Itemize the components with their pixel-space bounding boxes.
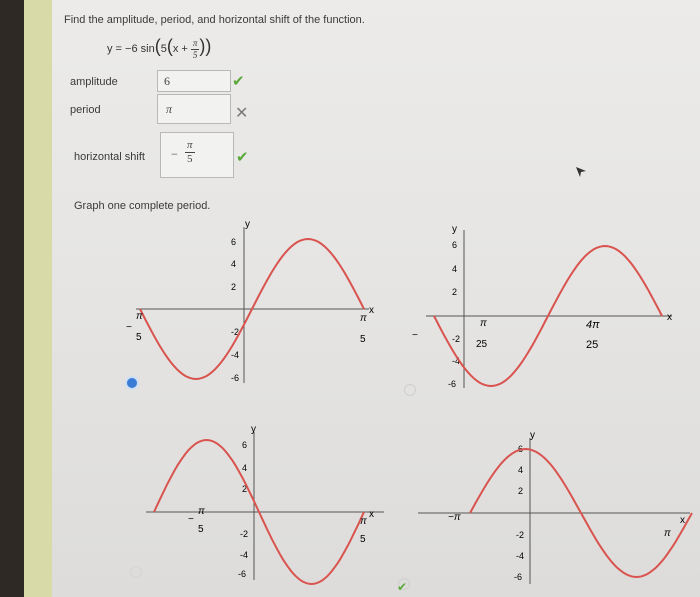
y-tick-neg2: -2 [452,334,460,344]
y-tick-neg4: -4 [240,550,248,560]
horizontal-shift-input[interactable]: − π 5 [160,132,234,178]
graph-option-2[interactable]: y x 6 4 2 -2 -4 -6 − π 25 4π 25 9π 25 [412,220,682,395]
left-label-sign: − [126,322,132,333]
left-label-den: 5 [136,332,142,343]
left-label-den: 5 [198,524,204,535]
mid-label-num: 4π [586,319,600,331]
left-label-sign: − [188,514,194,525]
equation-prefix: y = −6 sin [107,43,155,55]
left-label-num: π [480,318,487,329]
left-label: −π [448,512,461,523]
left-label-den: 25 [476,339,488,350]
period-cross-icon: ✕ [235,105,249,122]
x-axis-label: x [369,305,374,316]
graph-option-1[interactable]: y x 6 4 2 -2 -4 -6 − π 5 π 5 [124,215,394,390]
mouse-cursor-icon [576,167,586,177]
y-tick-neg4: -4 [516,551,524,561]
horizontal-shift-check-icon: ✔ [236,149,249,166]
left-label-num: π [198,506,205,517]
y-tick-6: 6 [231,237,236,247]
period-input[interactable]: π [157,94,231,124]
graph-option-3[interactable]: y x 6 4 2 -2 -4 -6 − π 5 π 5 [134,420,394,585]
y-tick-4: 4 [452,264,457,274]
y-axis-label: y [251,424,256,435]
equation-variable: x + [172,43,188,55]
horizontal-shift-label: horizontal shift [74,151,145,163]
y-axis-label: y [452,224,457,235]
left-label-num: π [136,311,143,322]
monitor-bezel [0,0,26,597]
y-axis-label: y [530,430,535,441]
x-axis-label: x [680,515,685,526]
period-label: period [70,104,101,116]
graph-instruction: Graph one complete period. [74,200,211,212]
x-axis-label: x [667,312,672,323]
right-label-den: 5 [360,334,366,345]
amplitude-label: amplitude [70,76,118,88]
y-tick-4: 4 [231,259,236,269]
y-tick-2: 2 [518,486,523,496]
x-axis-label: x [369,509,374,520]
y-tick-neg2: -2 [240,529,248,539]
graph-option-4[interactable]: y x 6 4 2 -2 -4 -6 −π π [408,428,698,588]
right-label-den: 5 [360,534,366,545]
y-tick-6: 6 [242,440,247,450]
y-tick-4: 4 [518,465,523,475]
amplitude-check-icon: ✔ [232,73,245,90]
question-panel: Find the amplitude, period, and horizont… [52,0,700,597]
y-tick-6: 6 [452,240,457,250]
mid-label-den: 25 [586,339,598,351]
y-tick-neg6: -6 [448,379,456,389]
y-tick-neg4: -4 [231,350,239,360]
question-prompt: Find the amplitude, period, and horizont… [64,14,365,26]
y-tick-2: 2 [452,287,457,297]
y-tick-2: 2 [231,282,236,292]
y-tick-neg2: -2 [516,530,524,540]
right-label-num: π [360,313,367,324]
y-tick-neg6: -6 [231,373,239,383]
y-tick-neg6: -6 [238,569,246,579]
equation: y = −6 sin(5(x + π 5)) [107,36,212,60]
selected-check-icon: ✔ [397,580,408,594]
amplitude-input[interactable]: 6 [157,70,231,92]
y-axis-label: y [245,219,250,230]
left-label-sign: − [412,330,418,341]
y-tick-neg6: -6 [514,572,522,582]
y-tick-4: 4 [242,463,247,473]
right-label-num: π [360,516,367,527]
right-label: π [664,528,671,539]
